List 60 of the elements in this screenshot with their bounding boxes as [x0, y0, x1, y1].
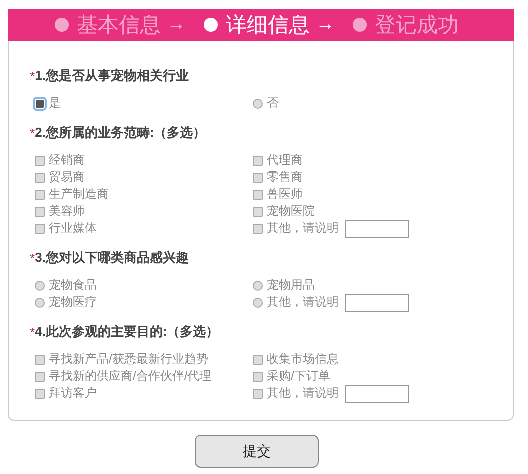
required-mark: * [30, 324, 36, 340]
question-title: 3.您对以下哪类商品感兴趣 [35, 249, 189, 267]
input-field[interactable] [345, 384, 409, 402]
option-label: 贸易商 [49, 169, 85, 186]
option-label: 经销商 [49, 152, 85, 169]
question-title: 2.您所属的业务范畴:（多选） [35, 124, 206, 142]
option-label: 其他，请说明 [267, 385, 339, 402]
radio-button[interactable] [35, 280, 45, 290]
required-mark: * [30, 68, 36, 84]
step-label: 详细信息 [226, 13, 310, 39]
required-mark: * [30, 126, 36, 140]
option-label: 代理商 [267, 152, 303, 169]
option-label: 兽医师 [267, 186, 303, 203]
checkbox[interactable] [35, 372, 45, 382]
step-arrow: → [167, 14, 186, 36]
checkbox[interactable] [253, 206, 263, 216]
option-label: 零售商 [267, 169, 303, 186]
input-field[interactable] [345, 294, 409, 312]
checkbox[interactable] [253, 172, 263, 182]
checkbox[interactable] [253, 190, 263, 200]
option-label: 寻找新的供应商/合作伙伴/代理 [49, 368, 212, 385]
submit-button[interactable]: 提交 [195, 435, 319, 468]
option-label: 其他，请说明 [267, 220, 339, 237]
input-field[interactable] [345, 220, 409, 238]
checkbox[interactable] [253, 224, 263, 234]
option-label: 美容师 [49, 203, 85, 220]
checkbox[interactable] [253, 354, 263, 364]
step-label: 基本信息 [77, 13, 161, 39]
step-label: 登记成功 [375, 13, 459, 39]
required-mark: * [30, 250, 36, 266]
checkbox[interactable] [253, 372, 263, 382]
question-title: 4.此次参观的主要目的:（多选） [35, 323, 220, 341]
radio-button[interactable] [253, 280, 263, 290]
option-label: 是 [49, 95, 61, 112]
option-label: 宠物用品 [267, 277, 315, 294]
checkbox[interactable] [253, 388, 263, 398]
option-label: 拜访客户 [49, 385, 97, 402]
option-label: 行业媒体 [49, 220, 97, 237]
checkbox[interactable] [35, 190, 45, 200]
checkbox[interactable] [35, 388, 45, 398]
checkbox[interactable] [253, 156, 263, 166]
option-label: 否 [267, 95, 279, 112]
step-arrow: → [316, 14, 335, 36]
checkbox[interactable] [35, 172, 45, 182]
option-label: 生产制造商 [49, 186, 109, 203]
option-label: 宠物医疗 [49, 294, 97, 311]
checkbox[interactable] [35, 224, 45, 234]
radio-button[interactable] [253, 98, 263, 108]
radio-button[interactable] [35, 298, 45, 308]
option-label: 采购/下订单 [267, 368, 330, 385]
question-title: 1.您是否从事宠物相关行业 [35, 67, 189, 85]
checkbox[interactable] [35, 354, 45, 364]
option-label: 宠物食品 [49, 277, 97, 294]
checkbox[interactable] [35, 206, 45, 216]
option-label: 宠物医院 [267, 203, 315, 220]
radio-button[interactable] [253, 298, 263, 308]
option-label: 其他，请说明 [267, 294, 339, 311]
checkbox[interactable] [35, 156, 45, 166]
option-label: 寻找新产品/获悉最新行业趋势 [49, 351, 208, 368]
option-label: 收集市场信息 [267, 351, 339, 368]
